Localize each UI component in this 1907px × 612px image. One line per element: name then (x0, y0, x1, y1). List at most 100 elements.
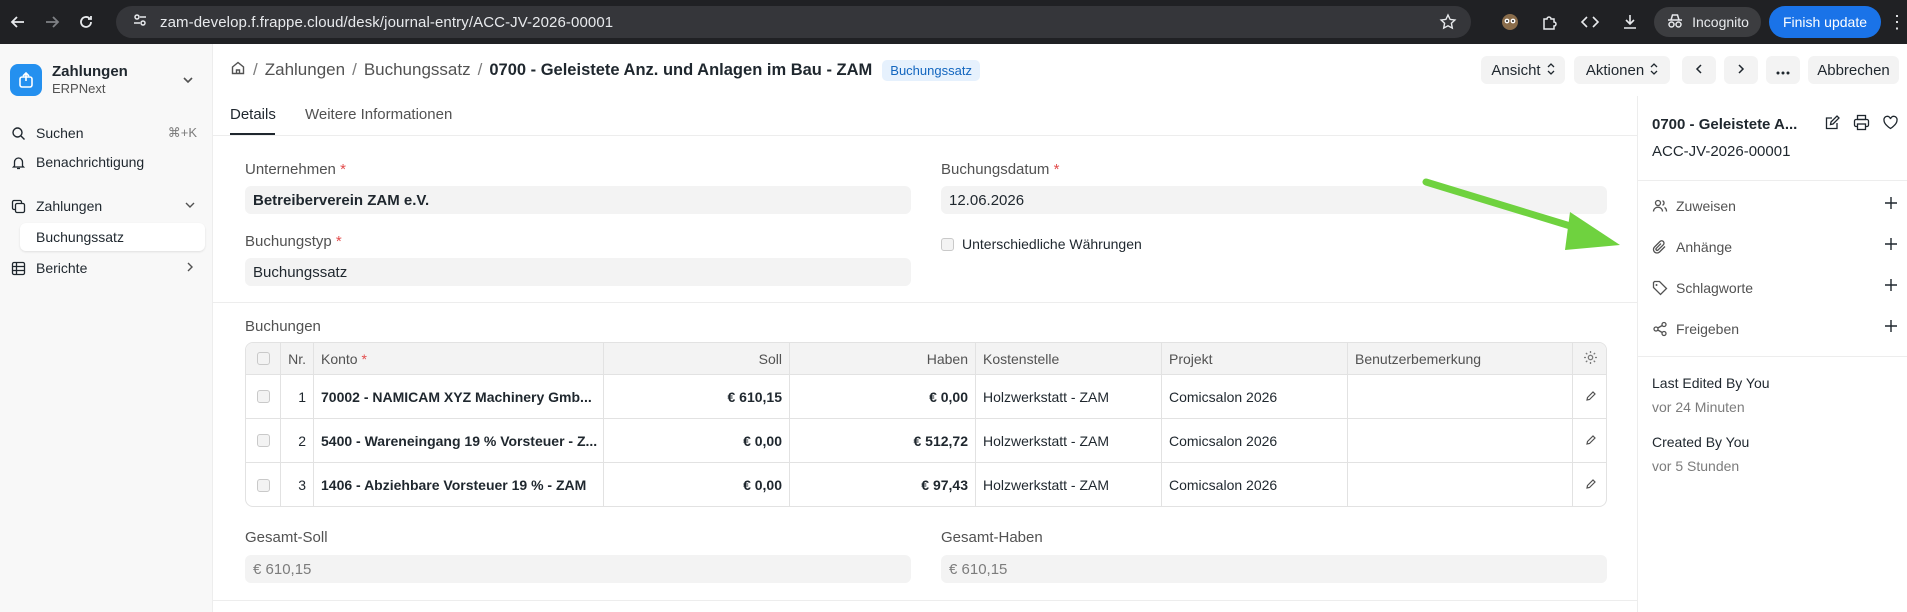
row-account[interactable]: 70002 - NAMICAM XYZ Machinery Gmb... (313, 375, 603, 418)
doc-id: ACC-JV-2026-00001 (1652, 143, 1791, 160)
total-debit-field: € 610,15 (245, 555, 911, 583)
header-debit: Soll (603, 343, 789, 374)
multi-currency-row[interactable]: Unterschiedliche Währungen (941, 236, 1142, 252)
sidebar-item-search[interactable]: Suchen ⌘+K (10, 119, 205, 147)
row-cost-center[interactable]: Holzwerkstatt - ZAM (975, 419, 1161, 462)
header-account: Konto * (313, 343, 603, 374)
bookmark-star-icon[interactable] (1439, 13, 1457, 35)
row-remark[interactable] (1347, 463, 1572, 506)
row-cost-center[interactable]: Holzwerkstatt - ZAM (975, 375, 1161, 418)
edit-icon[interactable] (1824, 114, 1841, 135)
row-debit[interactable]: € 0,00 (603, 463, 789, 506)
paperclip-icon (1652, 239, 1668, 255)
add-attachment-icon[interactable] (1884, 237, 1898, 254)
table-row[interactable]: 2 5400 - Wareneingang 19 % Vorsteuer - Z… (246, 419, 1606, 463)
more-menu-button[interactable] (1766, 56, 1800, 84)
cancel-button[interactable]: Abbrechen (1808, 56, 1899, 84)
gear-icon[interactable] (1583, 350, 1598, 368)
incognito-indicator[interactable]: Incognito (1654, 7, 1761, 37)
sidebar-item-notifications[interactable]: Benachrichtigung (10, 148, 205, 176)
row-debit[interactable]: € 610,15 (603, 375, 789, 418)
actions-dropdown[interactable]: Aktionen (1574, 56, 1670, 84)
devtools-code-icon[interactable] (1574, 6, 1606, 38)
assign-row[interactable]: Zuweisen (1652, 194, 1898, 218)
attachments-row[interactable]: Anhänge (1652, 235, 1898, 259)
home-icon[interactable] (230, 60, 246, 81)
sidebar-item-buchungssatz[interactable]: Buchungssatz (20, 223, 205, 251)
row-remark[interactable] (1347, 419, 1572, 462)
row-select-cell[interactable] (246, 419, 280, 462)
company-field[interactable]: Betreiberverein ZAM e.V. (245, 186, 911, 214)
app-name: Zahlungen (52, 63, 128, 80)
row-credit[interactable]: € 0,00 (789, 375, 975, 418)
add-tag-icon[interactable] (1884, 278, 1898, 295)
row-edit-cell[interactable] (1572, 463, 1606, 506)
next-doc-button[interactable] (1724, 56, 1758, 84)
search-icon (10, 125, 26, 141)
row-checkbox[interactable] (256, 478, 270, 492)
row-select-cell[interactable] (246, 463, 280, 506)
download-icon[interactable] (1614, 6, 1646, 38)
assign-label: Zuweisen (1676, 198, 1736, 214)
sidebar-item-reports[interactable]: Berichte (10, 254, 205, 282)
reload-icon[interactable] (76, 12, 96, 32)
extensions-puzzle-icon[interactable] (1534, 6, 1566, 38)
row-select-cell[interactable] (246, 375, 280, 418)
browser-menu-icon[interactable]: ⋮ (1887, 12, 1907, 33)
multi-currency-checkbox[interactable] (941, 237, 954, 251)
share-row[interactable]: Freigeben (1652, 317, 1898, 341)
row-cost-center[interactable]: Holzwerkstatt - ZAM (975, 463, 1161, 506)
heart-icon[interactable] (1882, 114, 1899, 135)
add-assign-icon[interactable] (1884, 196, 1898, 213)
row-account[interactable]: 5400 - Wareneingang 19 % Vorsteuer - Z..… (313, 419, 603, 462)
row-edit-cell[interactable] (1572, 375, 1606, 418)
breadcrumb-buchungssatz[interactable]: Buchungssatz (364, 60, 471, 80)
row-checkbox[interactable] (256, 434, 270, 447)
extension-owl-icon[interactable] (1494, 6, 1526, 38)
entry-type-field[interactable]: Buchungssatz (245, 258, 911, 286)
row-project[interactable]: Comicsalon 2026 (1161, 375, 1347, 418)
edit-pencil-icon[interactable] (1585, 389, 1597, 405)
tags-row[interactable]: Schlagworte (1652, 276, 1898, 300)
app-switcher[interactable]: Zahlungen ERPNext (10, 58, 205, 102)
row-edit-cell[interactable] (1572, 419, 1606, 462)
back-icon[interactable] (8, 12, 28, 32)
row-credit[interactable]: € 512,72 (789, 419, 975, 462)
tag-icon (1652, 280, 1668, 296)
breadcrumb-zahlungen[interactable]: Zahlungen (265, 60, 345, 80)
previous-doc-button[interactable] (1682, 56, 1716, 84)
row-debit[interactable]: € 0,00 (603, 419, 789, 462)
tab-details[interactable]: Details (230, 106, 276, 123)
address-bar[interactable]: zam-develop.f.frappe.cloud/desk/journal-… (116, 6, 1471, 38)
row-checkbox[interactable] (256, 390, 270, 403)
chevron-right-icon (1735, 62, 1747, 79)
edit-pencil-icon[interactable] (1585, 477, 1597, 493)
sidebar-item-label: Buchungssatz (36, 229, 124, 245)
sidebar-group-zahlungen[interactable]: Zahlungen (10, 192, 205, 220)
site-settings-icon[interactable] (132, 12, 148, 32)
row-credit[interactable]: € 97,43 (789, 463, 975, 506)
accounts-table: Nr. Konto * Soll Haben Kostenstelle Proj… (245, 342, 1607, 507)
created-time: vor 5 Stunden (1652, 458, 1740, 474)
row-remark[interactable] (1347, 375, 1572, 418)
edit-pencil-icon[interactable] (1585, 433, 1597, 449)
select-all-cell[interactable] (246, 343, 280, 374)
document-sidebar: 0700 - Geleistete A... ACC-JV-2026-00001… (1637, 96, 1907, 612)
tab-more-info[interactable]: Weitere Informationen (305, 106, 452, 123)
select-all-checkbox[interactable] (256, 352, 270, 365)
multi-currency-label: Unterschiedliche Währungen (962, 236, 1142, 252)
column-settings-cell[interactable] (1572, 343, 1606, 374)
view-dropdown[interactable]: Ansicht (1481, 56, 1565, 84)
table-row[interactable]: 3 1406 - Abziehbare Vorsteuer 19 % - ZAM… (246, 463, 1606, 506)
total-credit-field: € 610,15 (941, 555, 1607, 583)
finish-update-button[interactable]: Finish update (1768, 6, 1881, 38)
add-share-icon[interactable] (1884, 319, 1898, 336)
last-edited-label: Last Edited By You (1652, 375, 1770, 391)
row-project[interactable]: Comicsalon 2026 (1161, 463, 1347, 506)
users-icon (1652, 198, 1668, 214)
row-project[interactable]: Comicsalon 2026 (1161, 419, 1347, 462)
table-row[interactable]: 1 70002 - NAMICAM XYZ Machinery Gmb... €… (246, 375, 1606, 419)
forward-icon[interactable] (42, 12, 62, 32)
print-icon[interactable] (1853, 114, 1870, 135)
row-account[interactable]: 1406 - Abziehbare Vorsteuer 19 % - ZAM (313, 463, 603, 506)
